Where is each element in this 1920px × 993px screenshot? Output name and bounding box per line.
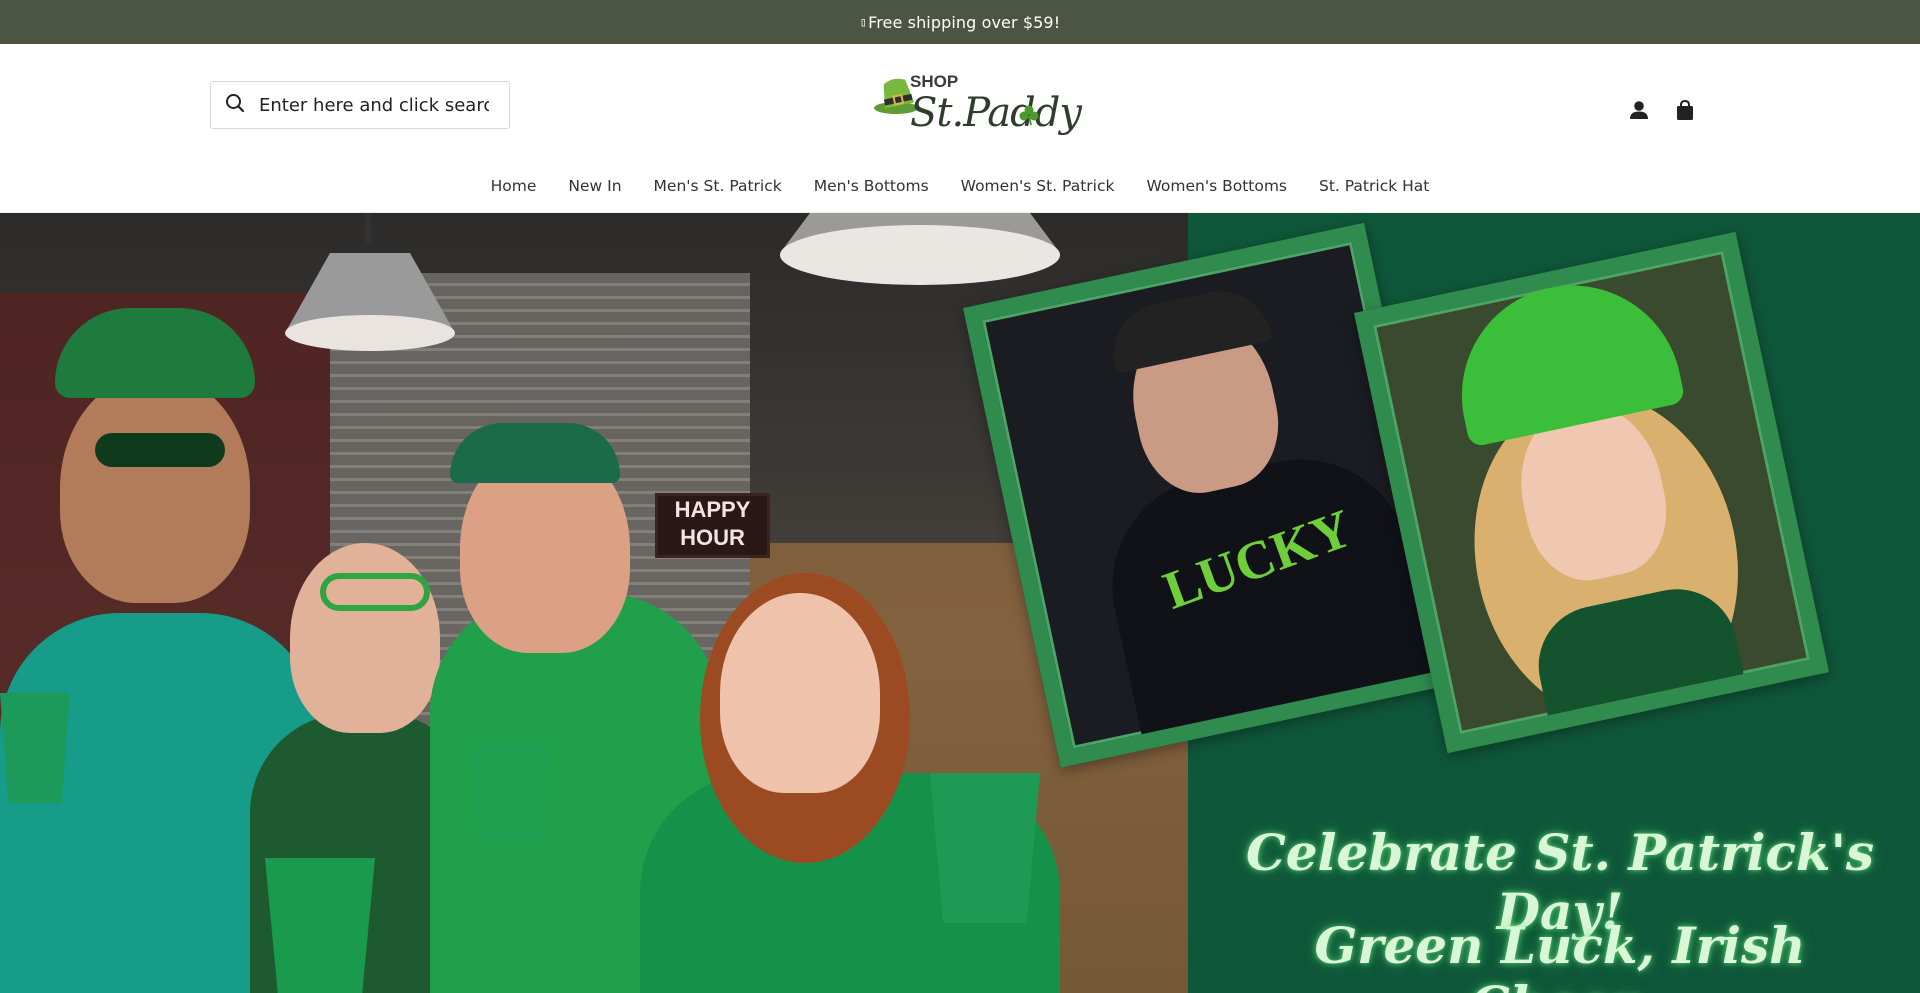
nav-item-mens-st-patrick[interactable]: Men's St. Patrick [654,177,782,195]
announcement-text: Free shipping over $59! [868,12,1061,32]
person-1-face [60,373,250,603]
site-header: SHOP St.Paddy Home New In Men's St. Patr… [0,44,1920,213]
logo-script-text: St.Paddy [910,90,1082,136]
search-icon[interactable] [225,93,245,117]
person-4-face [720,593,880,793]
person-2-face [290,543,440,733]
ceiling-lamp-large [780,213,1060,285]
ceiling-lamp [285,213,455,351]
green-glasses [320,573,430,611]
shop-logo[interactable]: SHOP St.Paddy [872,66,1082,146]
search-box[interactable] [210,81,510,129]
happy-hour-sign: HAPPY HOUR [655,493,770,558]
user-icon[interactable] [1628,99,1650,125]
announcement-bar: ▯ Free shipping over $59! [0,0,1920,44]
green-cup [265,858,375,993]
nav-item-mens-bottoms[interactable]: Men's Bottoms [814,177,929,195]
shamrock-icon [1019,105,1039,126]
green-cup [930,773,1040,923]
search-input[interactable] [259,94,489,116]
logo-shop-text: SHOP [910,72,959,91]
green-cup [0,693,70,803]
nav-item-womens-st-patrick[interactable]: Women's St. Patrick [961,177,1115,195]
nav-item-new-in[interactable]: New In [568,177,621,195]
box-glyph-icon: ▯ [859,15,868,29]
shopping-bag-icon[interactable] [1674,99,1696,125]
nav-item-womens-bottoms[interactable]: Women's Bottoms [1146,177,1287,195]
shamrock-glasses [95,433,225,467]
hero-headline-2: Green Luck, Irish Cheer, [1314,916,1806,993]
nav-item-st-patrick-hat[interactable]: St. Patrick Hat [1319,177,1429,195]
hero-banner[interactable]: HAPPY HOUR LUCKY Celebrate St. Patrick's… [0,213,1920,993]
plaid-cap [450,423,620,483]
main-nav: Home New In Men's St. Patrick Men's Bott… [0,177,1920,195]
nav-item-home[interactable]: Home [491,177,537,195]
header-actions [1628,99,1696,125]
green-cup [470,743,550,843]
